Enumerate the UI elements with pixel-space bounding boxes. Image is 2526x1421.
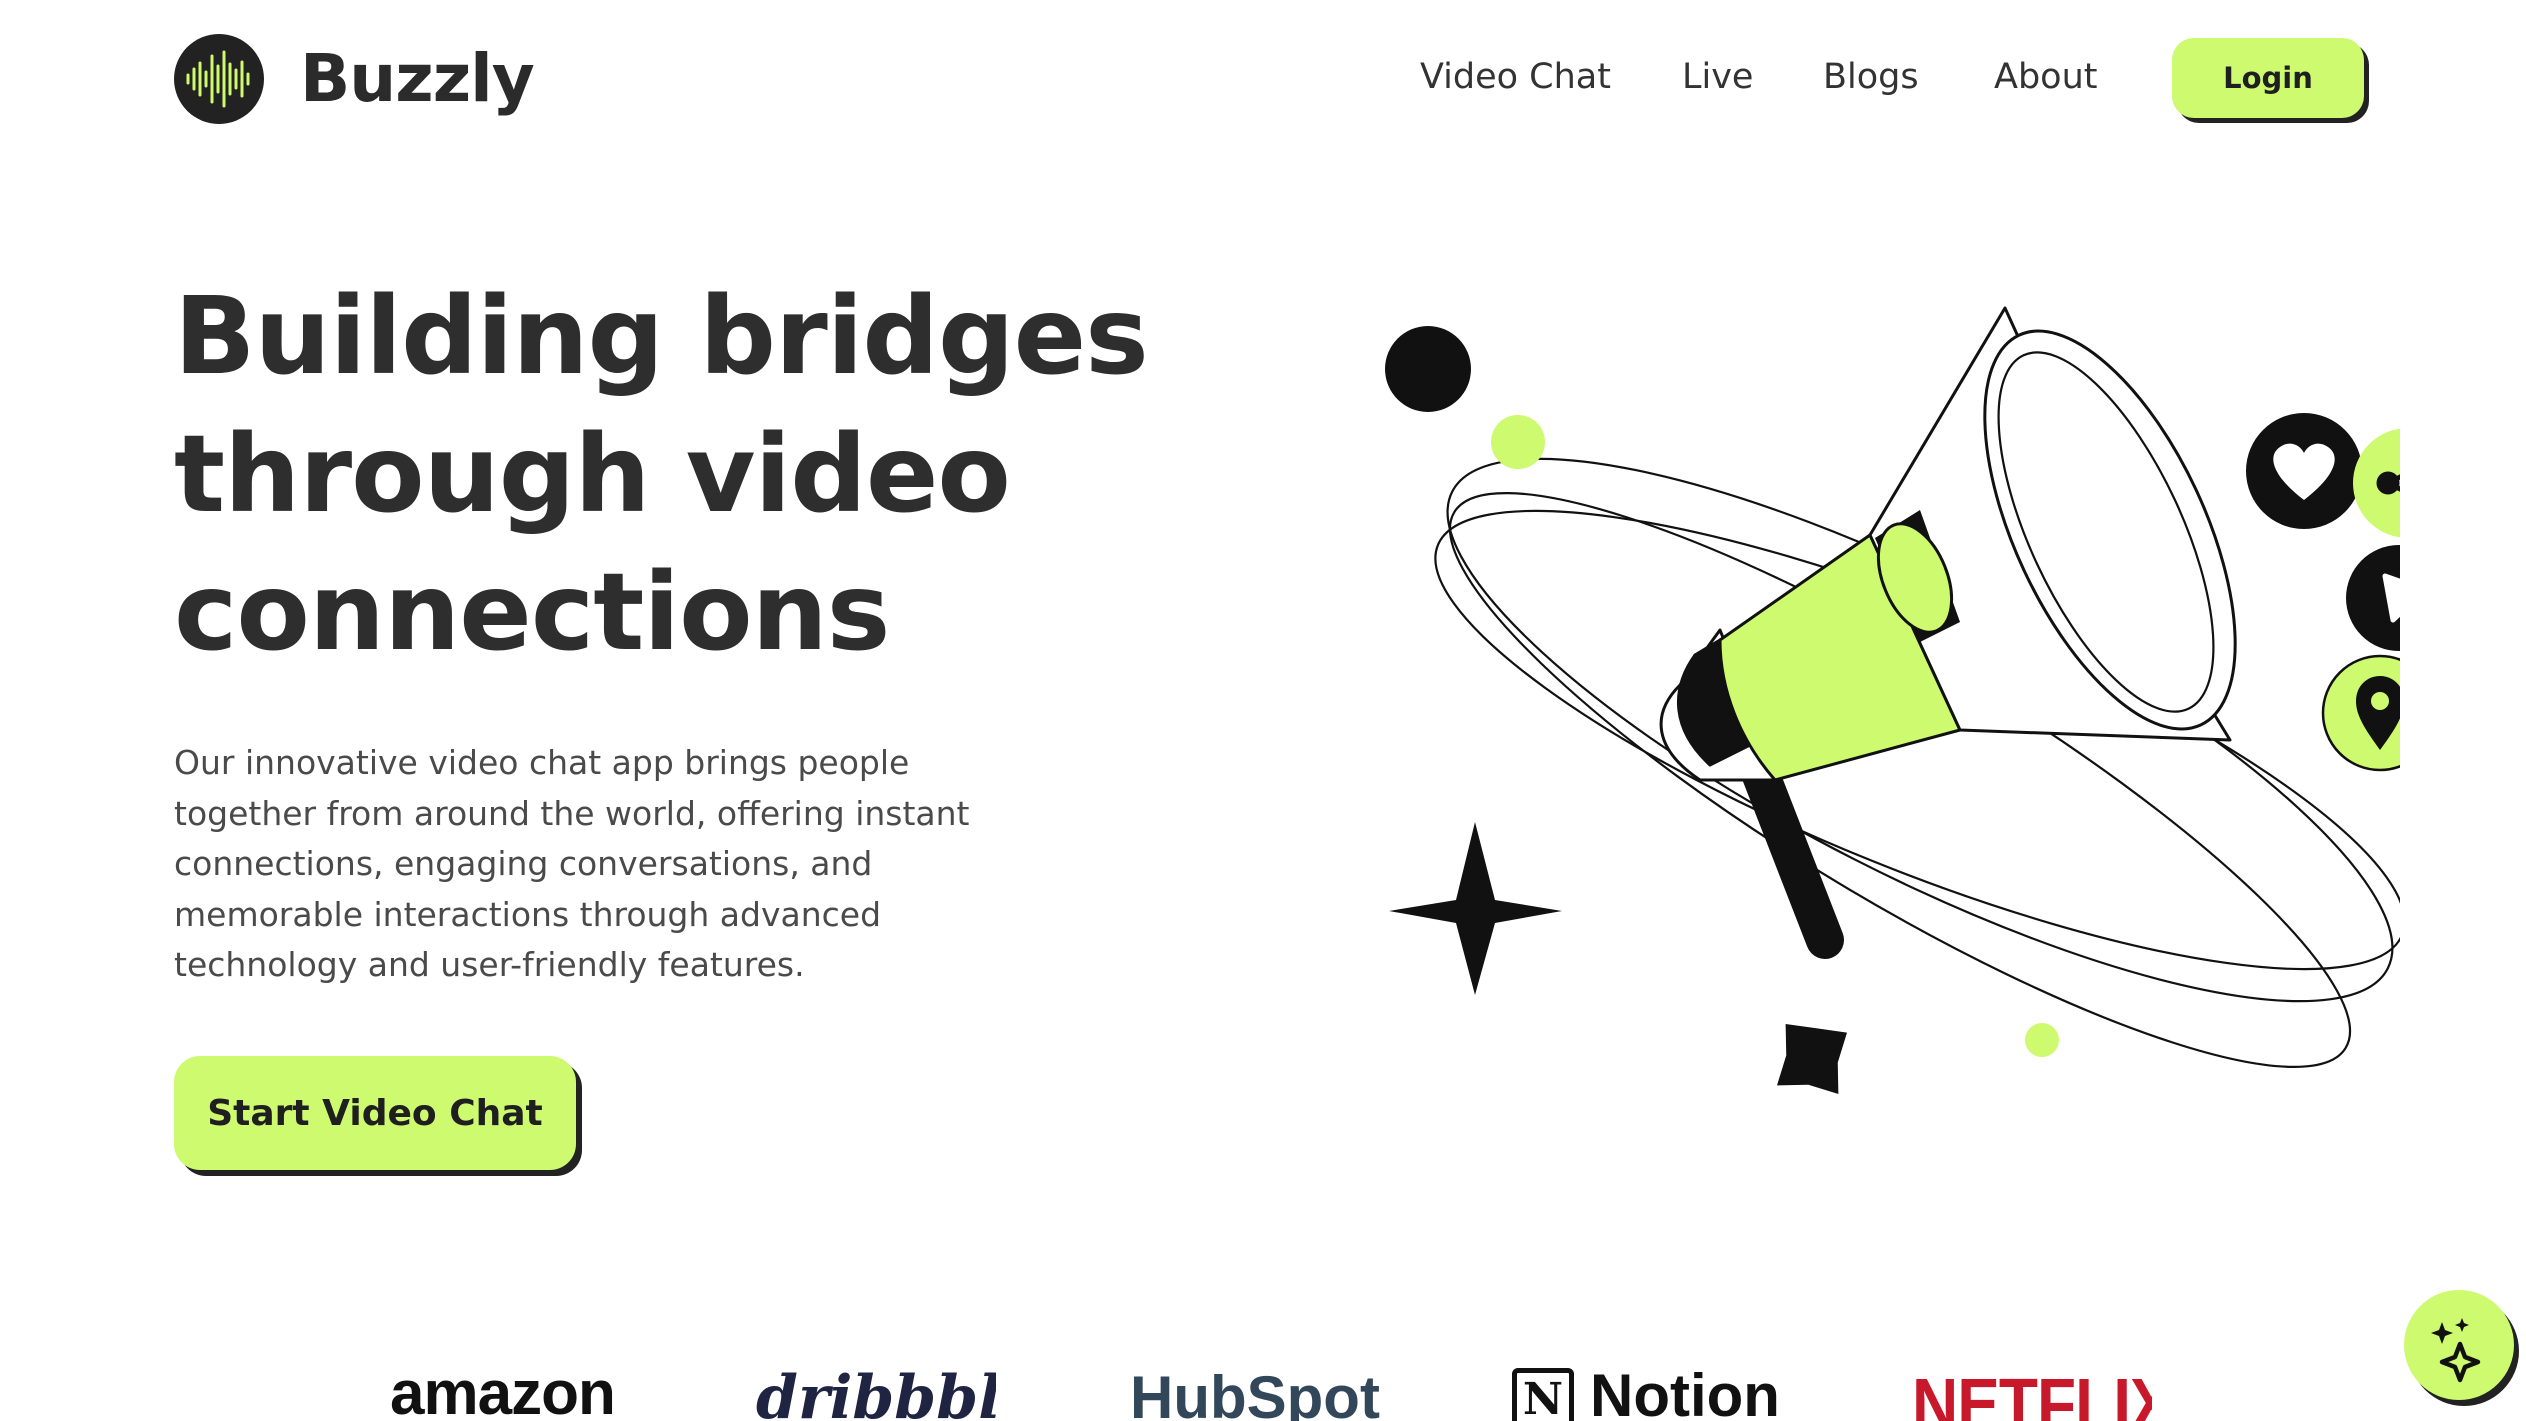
hero-description: Our innovative video chat app brings peo…: [174, 743, 970, 984]
hero-title: Building bridges through video connectio…: [174, 275, 1149, 675]
partner-logo-notion: N Notion: [1508, 1360, 1808, 1421]
share-badge: [2353, 428, 2400, 538]
soundwave-icon: [186, 50, 250, 108]
megaphone-icon: [1659, 306, 2237, 959]
small-star-icon: [1776, 1023, 1848, 1095]
black-dot: [1385, 326, 1471, 412]
ai-assistant-button[interactable]: [2404, 1290, 2514, 1400]
notion-icon: N: [1512, 1368, 1574, 1421]
brand-logo[interactable]: [174, 34, 264, 124]
sparkle-star-icon: [1389, 822, 1562, 995]
nav-video-chat[interactable]: Video Chat: [1420, 54, 1611, 100]
nav-about[interactable]: About: [1994, 54, 2097, 100]
partner-logo-amazon: amazon: [390, 1360, 616, 1421]
partner-logo-netflix: NETFLIX: [1912, 1362, 2152, 1421]
play-badge: [2346, 545, 2400, 651]
nav-live[interactable]: Live: [1682, 54, 1753, 100]
heart-badge: [2246, 413, 2362, 529]
login-button[interactable]: Login: [2172, 38, 2364, 118]
nav-blogs[interactable]: Blogs: [1823, 54, 1919, 100]
location-badge: [2321, 654, 2400, 772]
partner-logo-hubspot: HubSpot: [1130, 1364, 1380, 1421]
accent-dot-small: [2025, 1023, 2059, 1057]
ai-sparkles-icon: [2431, 1318, 2481, 1383]
accent-dot: [1491, 415, 1545, 469]
partner-logo-dribbble: dribbble: [756, 1363, 996, 1421]
start-video-chat-button[interactable]: Start Video Chat: [174, 1056, 576, 1170]
brand-name[interactable]: Buzzly: [300, 36, 535, 122]
hero-illustration: [1385, 306, 2400, 1095]
